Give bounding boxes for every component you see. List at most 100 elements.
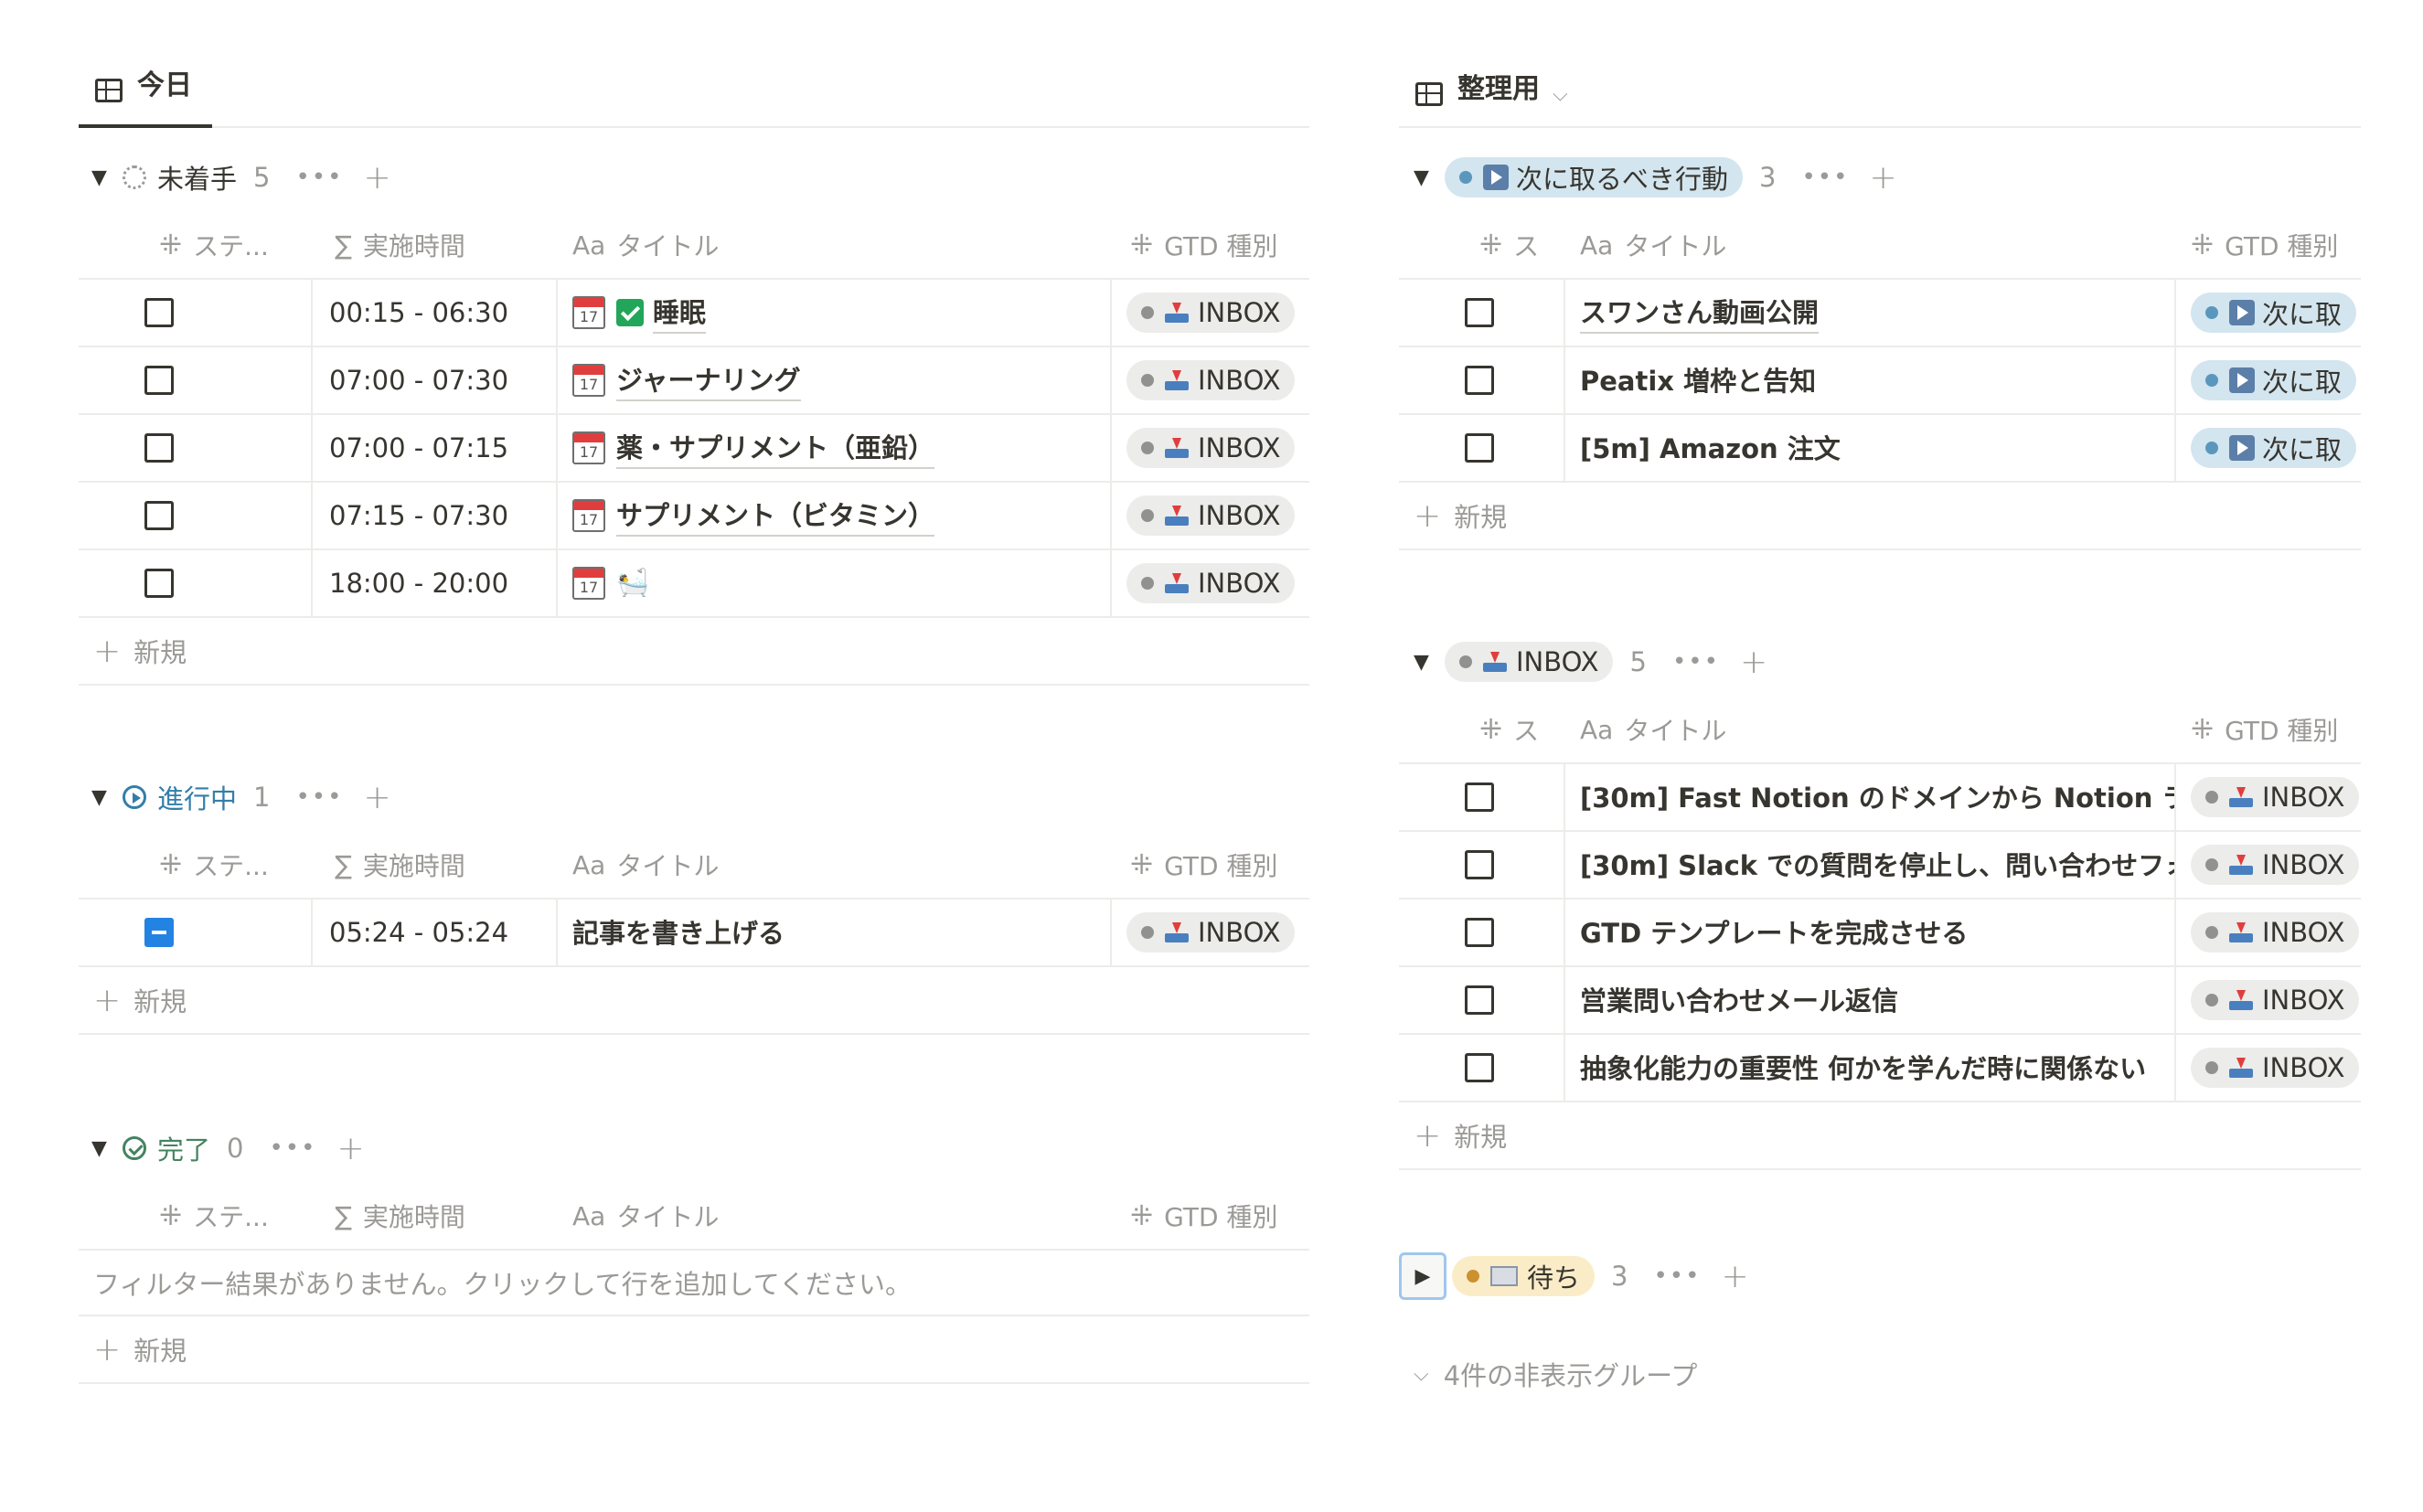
- row-title[interactable]: 営業問い合わせメール返信: [1580, 980, 1898, 1020]
- col-status[interactable]: ⁜ ス: [1479, 711, 1539, 748]
- tab-today[interactable]: 今日: [79, 2, 212, 128]
- col-gtd[interactable]: ⁜ GTD 種别: [2191, 227, 2338, 263]
- more-icon[interactable]: •••: [1653, 1262, 1701, 1290]
- checkbox[interactable]: [144, 298, 174, 327]
- new-row-button[interactable]: + 新規: [1399, 1102, 2361, 1170]
- col-status[interactable]: ⁜ ステ...: [159, 847, 269, 883]
- new-row-button[interactable]: + 新規: [79, 967, 1309, 1035]
- text-prop-icon: Aa: [572, 849, 606, 880]
- col-time[interactable]: ∑ 実施時間: [335, 847, 465, 883]
- col-status[interactable]: ⁜ ステ...: [159, 227, 269, 263]
- col-gtd[interactable]: ⁜ GTD 種別: [1130, 227, 1277, 263]
- col-title[interactable]: Aa タイトル: [1580, 227, 1726, 263]
- row-title[interactable]: 記事を書き上げる: [572, 912, 785, 953]
- collapse-triangle-icon[interactable]: ▼: [1414, 651, 1445, 674]
- col-gtd[interactable]: ⁜ GTD 種别: [2191, 711, 2338, 748]
- table-row[interactable]: [30m] Fast Notion のドメインから Notion ラボ INBO…: [1399, 764, 2361, 832]
- more-icon[interactable]: •••: [295, 783, 343, 811]
- checkbox-indeterminate[interactable]: [144, 918, 174, 947]
- plus-icon: +: [1414, 496, 1442, 535]
- checkbox[interactable]: [144, 501, 174, 530]
- table-row[interactable]: Peatix 増枠と告知 次に取: [1399, 347, 2361, 415]
- row-title[interactable]: 睡眠: [653, 292, 707, 334]
- add-icon[interactable]: +: [336, 1130, 364, 1167]
- group-header-waiting: ▶ 待ち 3 ••• +: [1399, 1249, 1749, 1304]
- add-icon[interactable]: +: [1869, 159, 1896, 197]
- checkbox[interactable]: [144, 366, 174, 395]
- table-row[interactable]: GTD テンプレートを完成させる INBOX: [1399, 900, 2361, 967]
- empty-filter-message[interactable]: フィルター結果がありません。クリックして行を追加してください。: [79, 1251, 1309, 1316]
- expand-triangle-icon[interactable]: ▶: [1399, 1252, 1446, 1300]
- next-action-badge: 次に取るべき行動: [1445, 157, 1744, 197]
- checkbox[interactable]: [1465, 433, 1494, 463]
- collapse-triangle-icon[interactable]: ▼: [1414, 166, 1445, 189]
- calendar-icon: 17: [572, 364, 605, 397]
- col-title[interactable]: Aa タイトル: [572, 1198, 719, 1234]
- collapse-triangle-icon[interactable]: ▼: [91, 786, 123, 809]
- row-title[interactable]: 薬・サプリメント（亜鉛）: [616, 427, 935, 469]
- more-icon[interactable]: •••: [1801, 164, 1849, 191]
- chevron-down-icon[interactable]: ⌵: [1553, 83, 1568, 106]
- checkbox[interactable]: [1465, 366, 1494, 395]
- col-title[interactable]: Aa タイトル: [1580, 711, 1726, 748]
- group-header-inbox: ▼ INBOX 5 ••• +: [1414, 634, 1767, 689]
- inbox-tray-icon: [1483, 652, 1507, 672]
- more-icon[interactable]: •••: [295, 164, 343, 191]
- add-icon[interactable]: +: [1721, 1258, 1748, 1295]
- row-title[interactable]: [5m] Amazon 注文: [1580, 428, 1841, 468]
- checkbox[interactable]: [144, 433, 174, 463]
- checkbox[interactable]: [1465, 850, 1494, 879]
- table-row[interactable]: 07:00 - 07:15 17 薬・サプリメント（亜鉛） INBOX: [79, 415, 1309, 483]
- col-title[interactable]: Aa タイトル: [572, 227, 719, 263]
- checkbox[interactable]: [144, 569, 174, 598]
- table-row[interactable]: 営業問い合わせメール返信 INBOX: [1399, 967, 2361, 1035]
- gtd-badge: INBOX: [2191, 845, 2360, 885]
- col-title[interactable]: Aa タイトル: [572, 847, 719, 883]
- new-row-button[interactable]: + 新規: [79, 1316, 1309, 1384]
- col-time[interactable]: ∑ 実施時間: [335, 227, 465, 263]
- row-title[interactable]: [30m] Fast Notion のドメインから Notion ラボ: [1580, 777, 2174, 817]
- table-row[interactable]: 07:15 - 07:30 17 サプリメント（ビタミン） INBOX: [79, 483, 1309, 550]
- table-row[interactable]: [5m] Amazon 注文 次に取: [1399, 415, 2361, 483]
- add-icon[interactable]: +: [363, 779, 390, 816]
- col-gtd[interactable]: ⁜ GTD 種別: [1130, 1198, 1277, 1234]
- table-row[interactable]: スワンさん動画公開 次に取: [1399, 280, 2361, 347]
- hidden-groups-toggle[interactable]: ⌵ 4件の非表示グループ: [1414, 1355, 1697, 1393]
- table-row[interactable]: 抽象化能力の重要性 何かを学んだ時に関係ない INBOX: [1399, 1035, 2361, 1102]
- collapse-triangle-icon[interactable]: ▼: [91, 166, 123, 189]
- table-row[interactable]: 05:24 - 05:24 記事を書き上げる INBOX: [79, 900, 1309, 967]
- table-row[interactable]: 18:00 - 20:00 17 🛀 INBOX: [79, 550, 1309, 618]
- collapse-triangle-icon[interactable]: ▼: [91, 1137, 123, 1160]
- col-status[interactable]: ⁜ ステ...: [159, 1198, 269, 1234]
- table-row[interactable]: [30m] Slack での質問を停止し、問い合わせフォーム INBOX: [1399, 832, 2361, 900]
- checkbox[interactable]: [1465, 918, 1494, 947]
- table-row[interactable]: 00:15 - 06:30 17 睡眠 INBOX: [79, 280, 1309, 347]
- row-title[interactable]: Peatix 増枠と告知: [1580, 360, 1816, 400]
- checkbox[interactable]: [1465, 985, 1494, 1015]
- more-icon[interactable]: •••: [269, 1134, 316, 1162]
- more-icon[interactable]: •••: [1672, 648, 1720, 676]
- row-title[interactable]: [30m] Slack での質問を停止し、問い合わせフォーム: [1580, 845, 2174, 885]
- col-gtd[interactable]: ⁜ GTD 種別: [1130, 847, 1277, 883]
- row-title[interactable]: スワンさん動画公開: [1580, 292, 1820, 334]
- row-title[interactable]: ジャーナリング: [616, 359, 801, 401]
- new-row-button[interactable]: + 新規: [1399, 483, 2361, 550]
- row-title[interactable]: GTD テンプレートを完成させる: [1580, 912, 1968, 953]
- col-status[interactable]: ⁜ ス: [1479, 227, 1539, 263]
- tab-today-label: 今日: [137, 69, 192, 101]
- bathtub-icon[interactable]: 🛀: [616, 567, 649, 601]
- row-title[interactable]: サプリメント（ビタミン）: [616, 495, 935, 537]
- new-row-button[interactable]: + 新規: [79, 618, 1309, 686]
- checkbox[interactable]: [1465, 783, 1494, 812]
- inbox-tray-icon: [1165, 370, 1189, 390]
- inbox-tray-icon: [2229, 922, 2253, 942]
- row-title[interactable]: 抽象化能力の重要性 何かを学んだ時に関係ない: [1580, 1048, 2146, 1088]
- add-icon[interactable]: +: [1740, 644, 1767, 681]
- time-cell: 07:00 - 07:15: [329, 432, 509, 463]
- col-time[interactable]: ∑ 実施時間: [335, 1198, 465, 1234]
- tab-organize[interactable]: 整理用 ⌵: [1399, 2, 1600, 128]
- table-row[interactable]: 07:00 - 07:30 17 ジャーナリング INBOX: [79, 347, 1309, 415]
- add-icon[interactable]: +: [363, 159, 390, 197]
- checkbox[interactable]: [1465, 1053, 1494, 1082]
- checkbox[interactable]: [1465, 298, 1494, 327]
